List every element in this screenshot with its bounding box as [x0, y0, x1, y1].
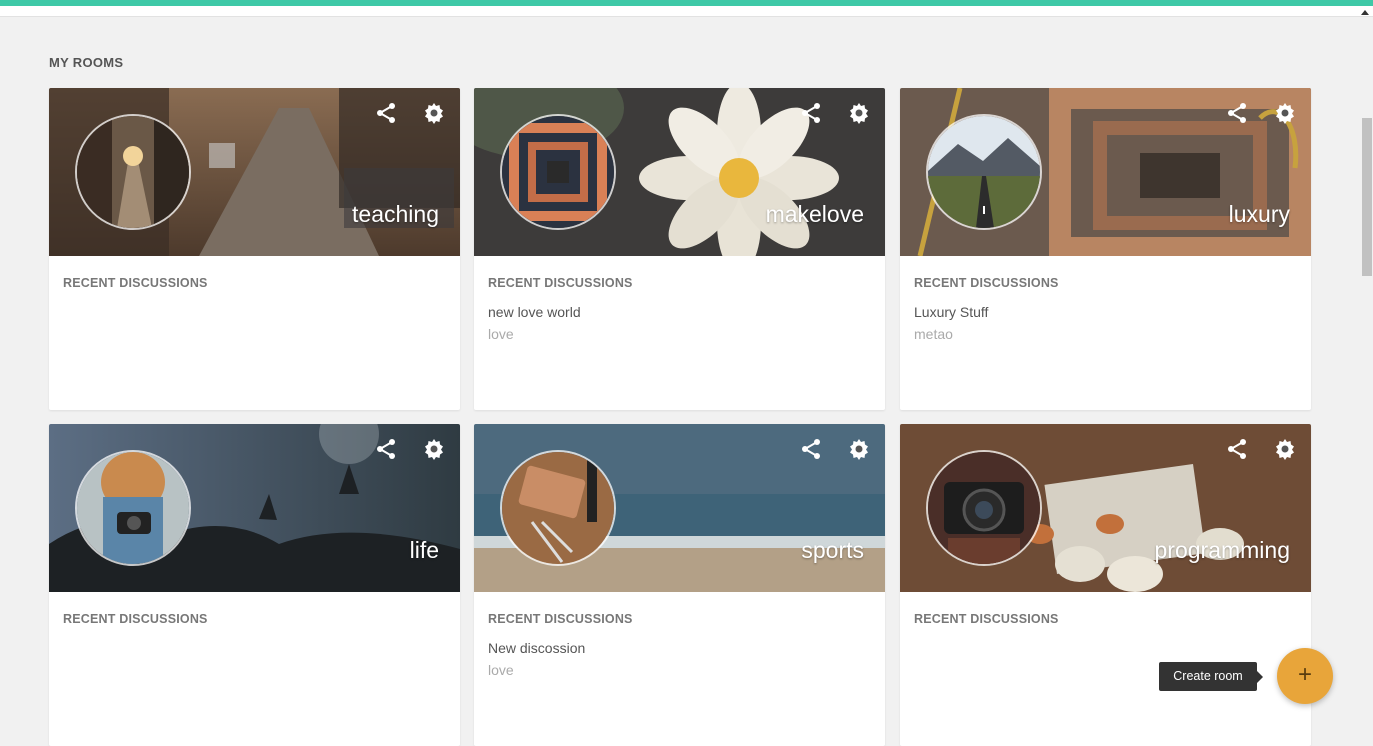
room-avatar	[926, 450, 1042, 566]
room-banner[interactable]: makelove	[474, 88, 885, 256]
gear-icon[interactable]	[422, 101, 446, 125]
top-header-strip	[0, 6, 1373, 17]
room-avatar	[500, 450, 616, 566]
room-card-makelove[interactable]: makelove RECENT DISCUSSIONS new love wor…	[474, 88, 885, 410]
create-room-button[interactable]: +	[1277, 648, 1333, 704]
recent-discussions-label: RECENT DISCUSSIONS	[914, 276, 1059, 290]
recent-discussions-label: RECENT DISCUSSIONS	[488, 612, 633, 626]
room-card-teaching[interactable]: teaching RECENT DISCUSSIONS	[49, 88, 460, 410]
room-name[interactable]: sports	[801, 537, 864, 564]
card-body: RECENT DISCUSSIONS new love world love	[488, 276, 871, 342]
plus-icon: +	[1297, 661, 1312, 688]
recent-discussions-label: RECENT DISCUSSIONS	[63, 276, 208, 290]
room-card-sports[interactable]: sports RECENT DISCUSSIONS New discossion…	[474, 424, 885, 746]
room-name[interactable]: life	[410, 537, 439, 564]
room-banner[interactable]: sports	[474, 424, 885, 592]
share-icon[interactable]	[799, 437, 823, 461]
discussion-author: metao	[914, 326, 953, 342]
gear-icon[interactable]	[1273, 101, 1297, 125]
discussion-author: love	[488, 326, 514, 342]
room-avatar	[75, 450, 191, 566]
recent-discussions-label: RECENT DISCUSSIONS	[63, 612, 208, 626]
scrollbar-thumb[interactable]	[1362, 118, 1372, 276]
card-body: RECENT DISCUSSIONS Luxury Stuff metao	[914, 276, 1297, 342]
room-name[interactable]: makelove	[766, 201, 864, 228]
room-avatar	[926, 114, 1042, 230]
section-title: MY ROOMS	[49, 55, 124, 70]
discussion-title[interactable]: new love world	[488, 304, 871, 320]
room-avatar	[75, 114, 191, 230]
gear-icon[interactable]	[1273, 437, 1297, 461]
share-icon[interactable]	[374, 101, 398, 125]
discussion-title[interactable]: Luxury Stuff	[914, 304, 1297, 320]
card-body: RECENT DISCUSSIONS	[63, 612, 446, 626]
room-card-programming[interactable]: programming RECENT DISCUSSIONS	[900, 424, 1311, 746]
room-card-luxury[interactable]: luxury RECENT DISCUSSIONS Luxury Stuff m…	[900, 88, 1311, 410]
discussion-title[interactable]: New discossion	[488, 640, 871, 656]
room-name[interactable]: teaching	[352, 201, 439, 228]
room-card-life[interactable]: life RECENT DISCUSSIONS	[49, 424, 460, 746]
share-icon[interactable]	[1225, 437, 1249, 461]
card-body: RECENT DISCUSSIONS New discossion love	[488, 612, 871, 678]
gear-icon[interactable]	[847, 437, 871, 461]
share-icon[interactable]	[374, 437, 398, 461]
room-banner[interactable]: luxury	[900, 88, 1311, 256]
recent-discussions-label: RECENT DISCUSSIONS	[488, 276, 633, 290]
room-banner[interactable]: teaching	[49, 88, 460, 256]
scroll-up-arrow-icon[interactable]	[1361, 10, 1369, 15]
share-icon[interactable]	[1225, 101, 1249, 125]
scrollbar[interactable]	[1361, 17, 1373, 746]
room-avatar	[500, 114, 616, 230]
gear-icon[interactable]	[847, 101, 871, 125]
discussion-author: love	[488, 662, 514, 678]
room-banner[interactable]: programming	[900, 424, 1311, 592]
card-body: RECENT DISCUSSIONS	[63, 276, 446, 290]
room-banner[interactable]: life	[49, 424, 460, 592]
room-name[interactable]: luxury	[1229, 201, 1290, 228]
recent-discussions-label: RECENT DISCUSSIONS	[914, 612, 1059, 626]
card-body: RECENT DISCUSSIONS	[914, 612, 1297, 626]
room-name[interactable]: programming	[1155, 537, 1291, 564]
gear-icon[interactable]	[422, 437, 446, 461]
create-room-tooltip: Create room	[1159, 662, 1263, 691]
share-icon[interactable]	[799, 101, 823, 125]
